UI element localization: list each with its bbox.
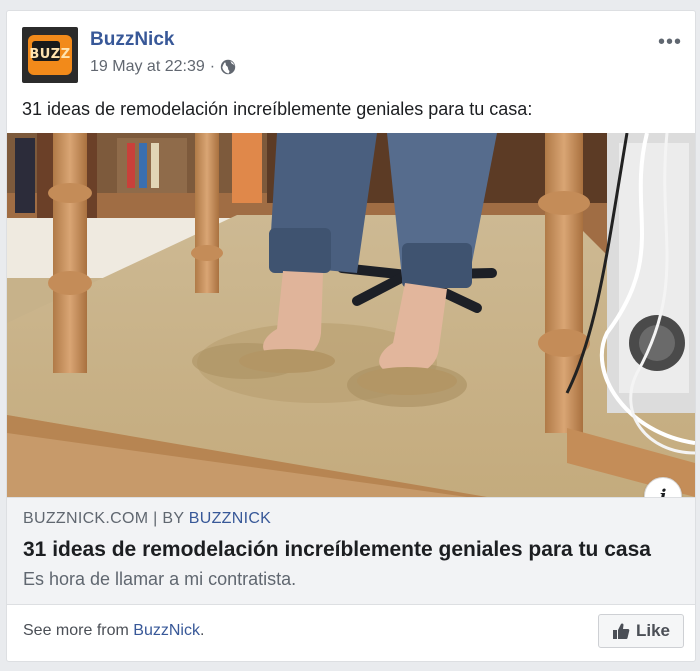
see-more-line: See more from BuzzNick.: [23, 622, 204, 640]
post-text: 31 ideas de remodelación increíblemente …: [22, 99, 533, 119]
link-domain-line: BUZZNICK.COM | BY BUZZNICK: [23, 510, 271, 528]
like-button[interactable]: Like: [598, 614, 684, 648]
link-title[interactable]: 31 ideas de remodelación increíblemente …: [23, 538, 651, 562]
see-more-page-link[interactable]: BuzzNick: [133, 622, 200, 639]
post-timestamp[interactable]: 19 May at 22:39: [90, 58, 205, 76]
post-meta: 19 May at 22:39 ·: [90, 58, 236, 76]
sand-floor-photo: [7, 133, 695, 497]
link-description: Es hora de llamar a mi contratista.: [23, 569, 297, 589]
post-card: BUZZ BuzzNick 19 May at 22:39 · ••• 31 i…: [6, 10, 696, 662]
page-name-link[interactable]: BuzzNick: [90, 29, 174, 51]
see-more-suffix: .: [199, 622, 205, 639]
post-header: BUZZ BuzzNick 19 May at 22:39 · •••: [22, 27, 682, 83]
by-prefix: BY: [162, 510, 184, 527]
like-label: Like: [635, 621, 671, 640]
thumbs-up-icon: [612, 623, 630, 639]
post-image[interactable]: [7, 133, 695, 497]
link-domain: BUZZNICK.COM: [23, 510, 149, 527]
meta-separator: ·: [209, 58, 216, 75]
link-preview[interactable]: BUZZNICK.COM | BY BUZZNICK 31 ideas de r…: [7, 497, 695, 605]
avatar[interactable]: BUZZ: [22, 27, 78, 83]
see-more-prefix: See more from: [23, 622, 129, 639]
globe-icon[interactable]: [220, 59, 236, 75]
domain-divider: |: [153, 510, 158, 527]
by-name-link[interactable]: BUZZNICK: [189, 510, 271, 527]
avatar-logo-text: BUZZ: [29, 47, 71, 62]
more-options-icon[interactable]: •••: [658, 31, 682, 54]
